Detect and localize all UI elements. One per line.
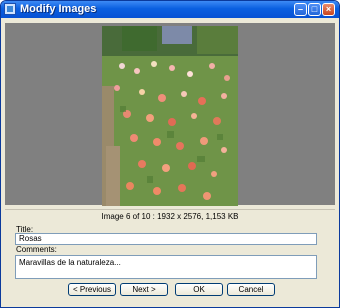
photo-preview (102, 26, 238, 206)
next-button[interactable]: Next > (120, 283, 168, 296)
image-preview-area (5, 23, 335, 206)
comments-label: Comments: (16, 245, 57, 254)
ok-button[interactable]: OK (175, 283, 223, 296)
close-button[interactable]: × (322, 3, 335, 16)
modify-images-dialog: Modify Images – □ × Image 6 of 10: 1932… (0, 0, 340, 308)
maximize-button[interactable]: □ (308, 3, 321, 16)
title-input[interactable]: Rosas (15, 233, 317, 245)
previous-button[interactable]: < Previous (68, 283, 116, 296)
app-icon (4, 3, 16, 15)
cancel-button[interactable]: Cancel (227, 283, 275, 296)
window-title: Modify Images (20, 3, 97, 15)
image-info-status: Image 6 of 10 : 1932 x 2576, 1,153 KB (5, 209, 335, 223)
title-bar[interactable]: Modify Images – □ × (1, 1, 339, 18)
minimize-button[interactable]: – (294, 3, 307, 16)
comments-textarea[interactable]: Maravillas de la naturaleza... (15, 255, 317, 279)
